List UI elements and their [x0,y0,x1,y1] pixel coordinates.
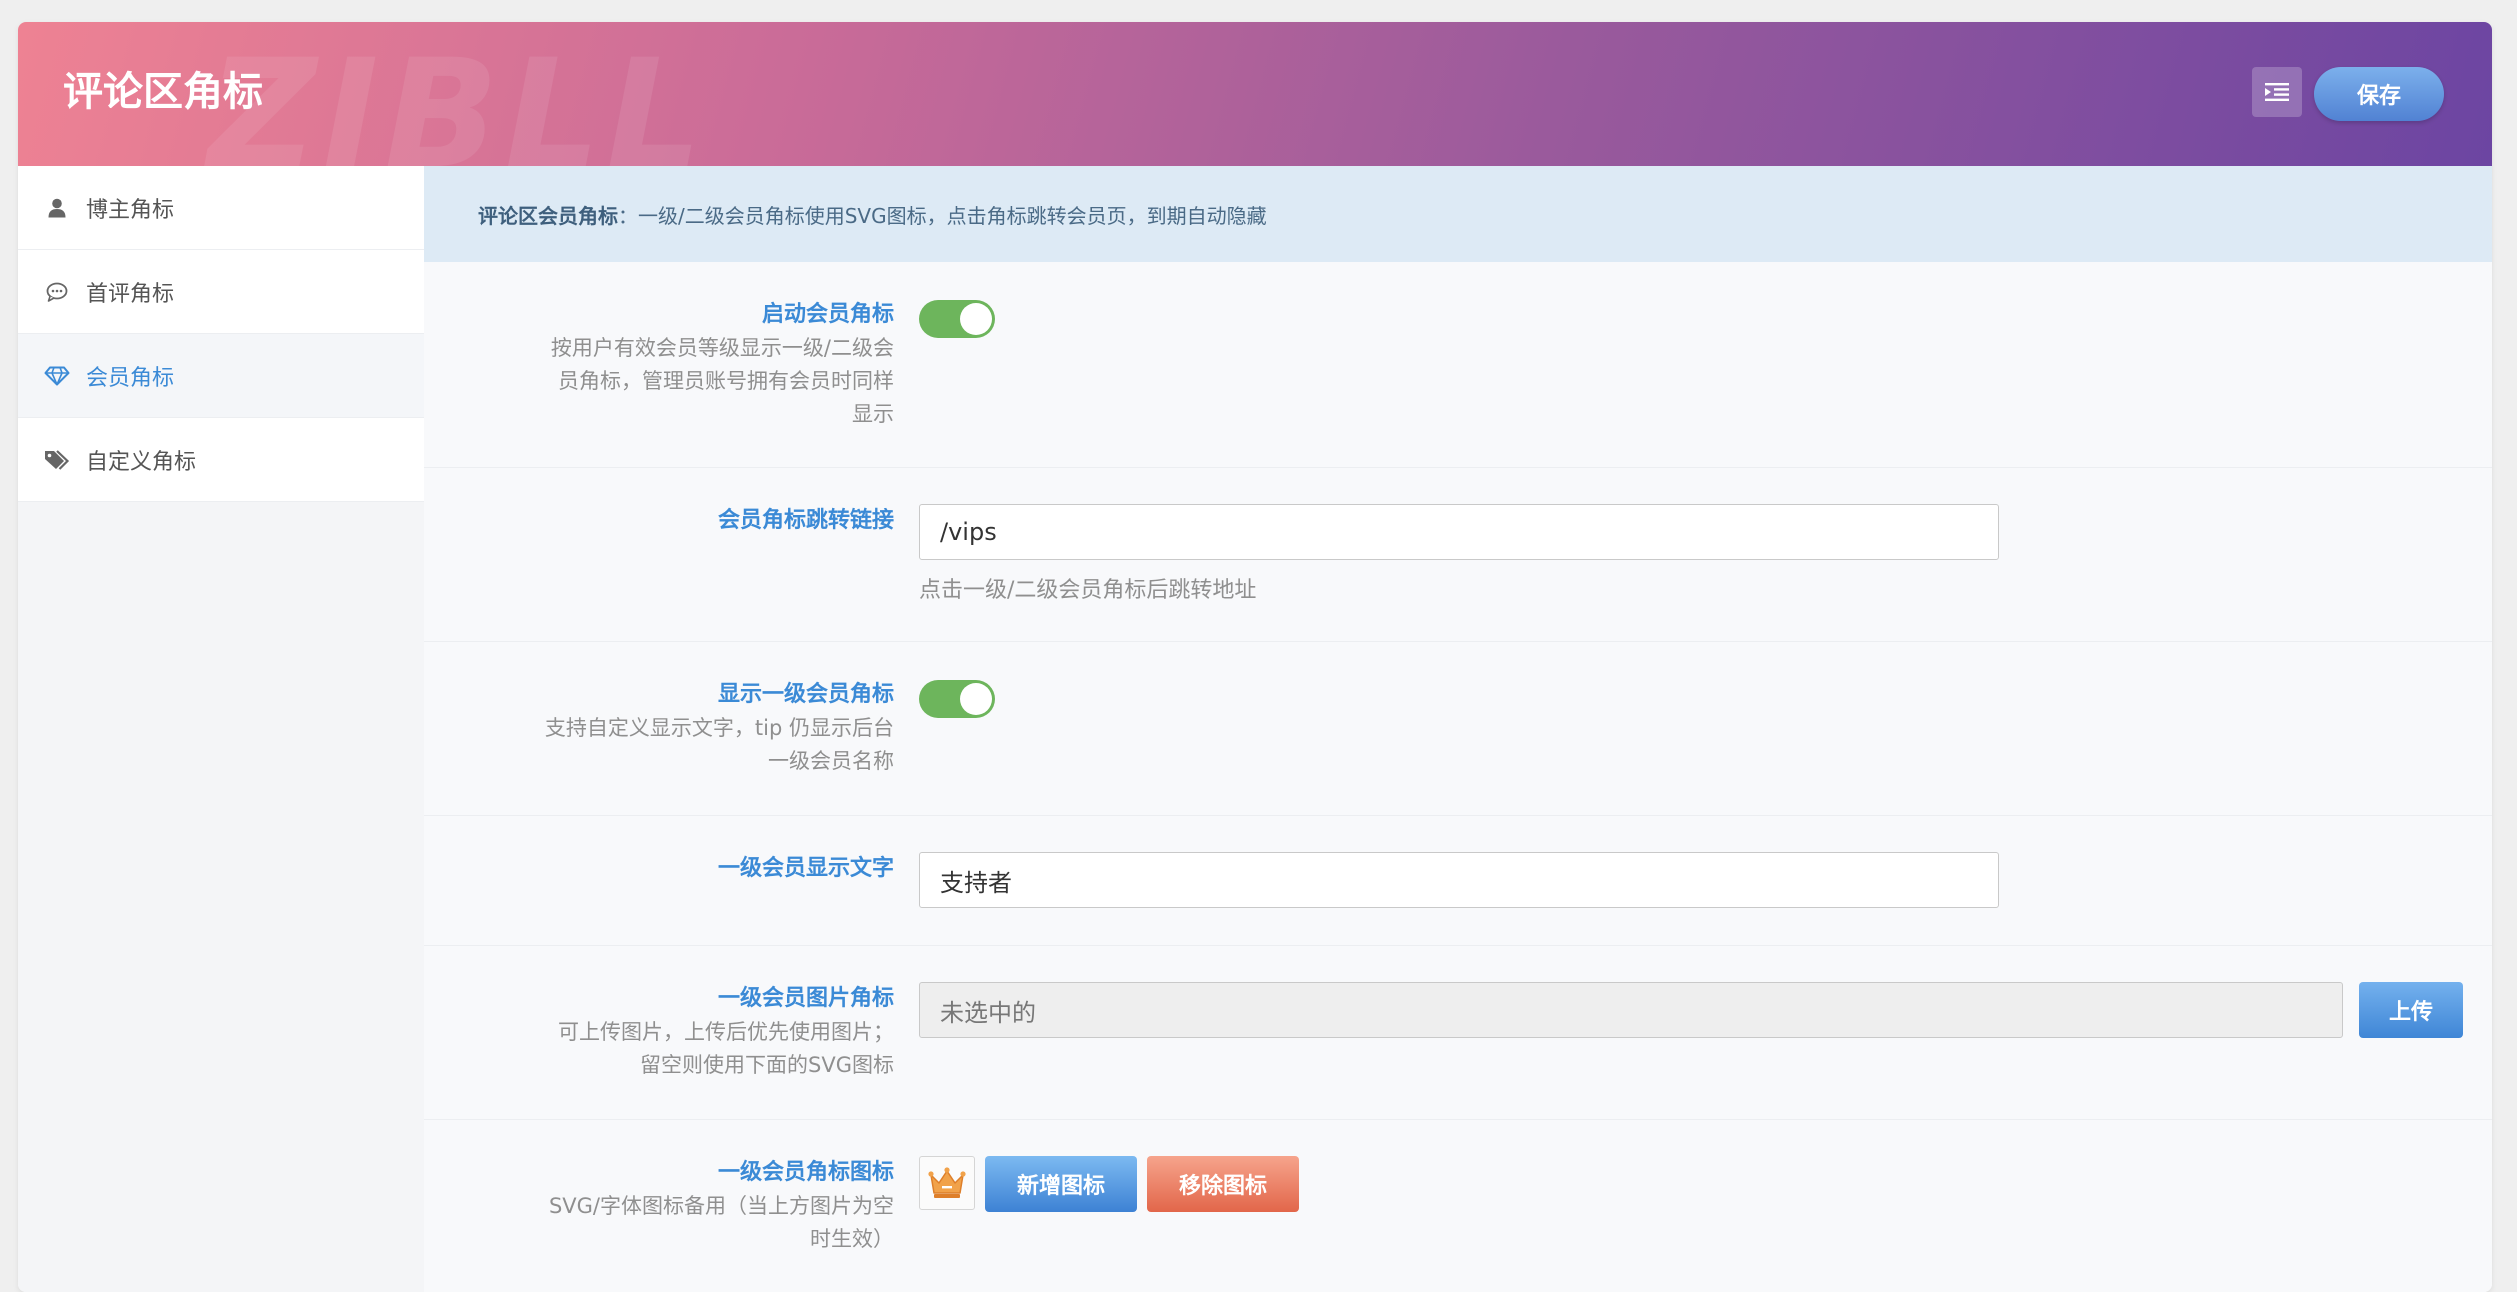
upload-button[interactable]: 上传 [2359,982,2463,1038]
sidebar-item-member-badge[interactable]: 会员角标 [18,334,424,418]
panel-header: ZIBLL 评论区角标 保存 [18,22,2492,166]
sidebar: 博主角标 首评角标 会员角标 自定义角标 [18,166,424,1292]
field-level1-text: 一级会员显示文字 支持者 [424,816,2492,946]
field-description: 一级会员名称 [768,749,894,773]
toggle-knob [960,303,992,335]
crown-icon [928,1167,966,1198]
field-level1-icon: 一级会员角标图标 SVG/字体图标备用（当上方图片为空 时生效） 新增图标 移除… [424,1120,2492,1292]
field-show-level1-badge: 显示一级会员角标 支持自定义显示文字，tip 仍显示后台 一级会员名称 [424,642,2492,816]
notice-title: 评论区会员角标 [478,203,618,228]
notice-text: 一级/二级会员角标使用SVG图标，点击角标跳转会员页，到期自动隐藏 [638,203,1267,228]
field-label: 会员角标跳转链接 [717,508,894,533]
sidebar-item-label: 博主角标 [86,197,175,223]
field-label: 显示一级会员角标 [717,682,894,707]
field-label-group: 一级会员显示文字 [464,852,894,886]
menu-toggle-button[interactable] [2252,67,2302,117]
field-description: 员角标，管理员账号拥有会员时同样 [558,369,894,393]
comment-icon [44,279,70,305]
diamond-icon [44,363,70,389]
sidebar-item-blogger-badge[interactable]: 博主角标 [18,166,424,250]
list-indent-icon [2265,83,2289,101]
sidebar-item-label: 会员角标 [86,365,175,391]
save-button[interactable]: 保存 [2314,67,2444,121]
field-label: 一级会员角标图标 [717,1160,894,1185]
notice-banner: 评论区会员角标：一级/二级会员角标使用SVG图标，点击角标跳转会员页，到期自动隐… [424,166,2492,262]
field-description: 支持自定义显示文字，tip 仍显示后台 [544,716,894,740]
field-description: 可上传图片，上传后优先使用图片； [558,1020,894,1044]
add-icon-button[interactable]: 新增图标 [985,1156,1137,1212]
field-description: 显示 [852,402,894,426]
remove-icon-button[interactable]: 移除图标 [1147,1156,1299,1212]
badge-link-input[interactable]: /vips [919,504,1999,560]
field-description: 留空则使用下面的SVG图标 [640,1053,894,1077]
show-level1-badge-toggle[interactable] [919,680,995,718]
field-description: 时生效） [810,1227,894,1251]
field-label-group: 显示一级会员角标 支持自定义显示文字，tip 仍显示后台 一级会员名称 [464,678,894,778]
level1-image-input[interactable]: 未选中的 [919,982,2343,1038]
field-label: 启动会员角标 [761,302,894,327]
sidebar-item-custom-badge[interactable]: 自定义角标 [18,418,424,502]
field-help-text: 点击一级/二级会员角标后跳转地址 [919,578,1257,603]
field-label-group: 一级会员角标图标 SVG/字体图标备用（当上方图片为空 时生效） [464,1156,894,1256]
field-label-group: 启动会员角标 按用户有效会员等级显示一级/二级会 员角标，管理员账号拥有会员时同… [464,298,894,431]
page-title: 评论区角标 [63,69,263,115]
notice-separator: ： [618,203,638,228]
field-level1-image: 一级会员图片角标 可上传图片，上传后优先使用图片； 留空则使用下面的SVG图标 … [424,946,2492,1120]
field-enable-member-badge: 启动会员角标 按用户有效会员等级显示一级/二级会 员角标，管理员账号拥有会员时同… [424,262,2492,468]
tags-icon [44,447,70,473]
field-description: SVG/字体图标备用（当上方图片为空 [548,1194,894,1218]
field-label-group: 会员角标跳转链接 [464,504,894,538]
sidebar-item-first-comment-badge[interactable]: 首评角标 [18,250,424,334]
icon-preview [919,1156,975,1210]
field-label: 一级会员显示文字 [717,856,894,881]
toggle-knob [960,683,992,715]
enable-member-badge-toggle[interactable] [919,300,995,338]
field-badge-link: 会员角标跳转链接 /vips 点击一级/二级会员角标后跳转地址 [424,468,2492,642]
field-label: 一级会员图片角标 [717,986,894,1011]
sidebar-item-label: 自定义角标 [86,449,197,475]
sidebar-item-label: 首评角标 [86,281,175,307]
field-description: 按用户有效会员等级显示一级/二级会 [550,336,894,360]
level1-text-input[interactable]: 支持者 [919,852,1999,908]
main-content: 评论区会员角标：一级/二级会员角标使用SVG图标，点击角标跳转会员页，到期自动隐… [424,166,2492,1292]
user-icon [44,195,70,221]
settings-panel: ZIBLL 评论区角标 保存 博主角标 首评角标 会员角标 自定义角标 评论区会… [18,22,2492,1292]
header-watermark: ZIBLL [208,28,709,166]
field-label-group: 一级会员图片角标 可上传图片，上传后优先使用图片； 留空则使用下面的SVG图标 [464,982,894,1082]
